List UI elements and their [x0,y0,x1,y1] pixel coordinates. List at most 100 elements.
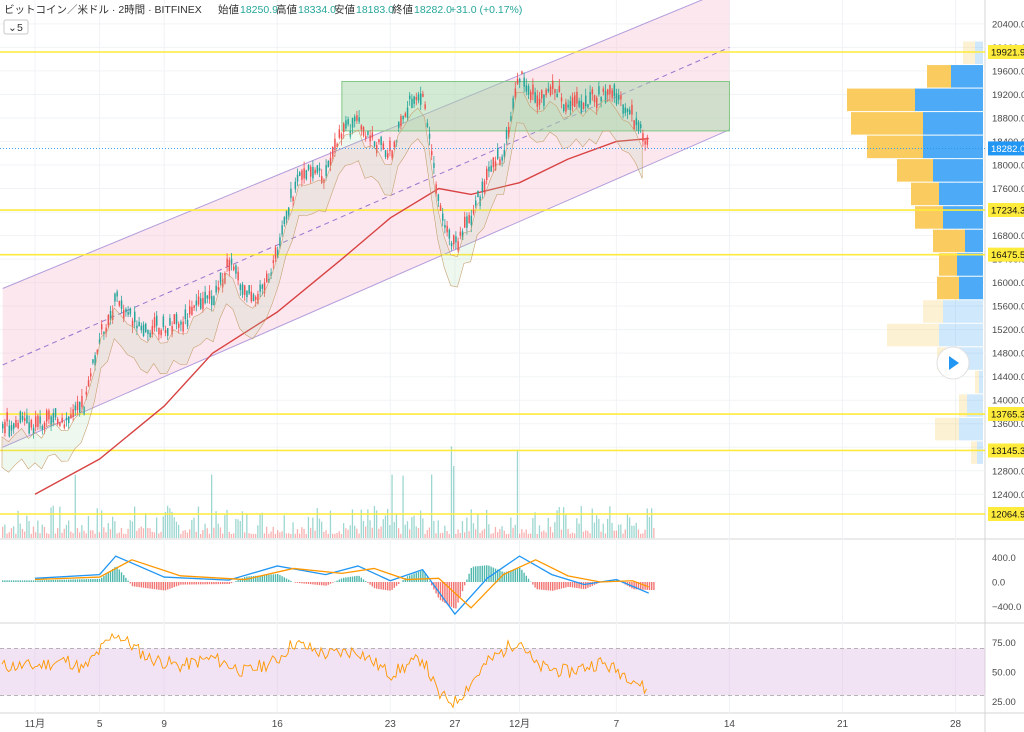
replay-button[interactable] [936,346,970,380]
candle-body [589,91,591,104]
macd-histogram-bar [288,579,290,582]
macd-histogram-bar [490,566,492,582]
volume-profile-buy-bar [911,182,939,206]
macd-histogram-bar [574,582,576,588]
volume-bar [28,521,30,538]
candle-body [354,116,356,122]
volume-bar [640,533,642,538]
macd-histogram-bar [65,579,68,582]
macd-histogram-bar [585,582,587,589]
volume-bar [65,524,68,538]
candle-body [149,332,151,337]
macd-histogram-bar [61,579,63,582]
volume-bar [21,528,24,538]
candle-body [279,237,281,247]
volume-bar [585,530,587,538]
volume-bar [459,532,461,538]
candle-body [204,291,206,304]
chart-root: 20400.020000.019600.019200.018800.018400… [0,0,1024,732]
macd-histogram-bar [470,567,472,582]
macd-histogram-bar [411,574,413,582]
volume-bar [50,507,52,538]
volume-bar [30,533,32,538]
macd-histogram-bar [336,580,338,582]
volume-bar [541,531,543,538]
candle-body [160,330,162,336]
candle-body [420,93,422,105]
price-tick-label: 16000.0 [992,278,1024,289]
candle-body [255,296,257,300]
macd-histogram-bar [213,582,215,585]
volume-bar [107,523,109,538]
candle-body [35,416,37,428]
macd-histogram-bar [565,582,567,588]
volume-bar [604,533,607,538]
indicator-toggle-button[interactable]: ⌄ 5 [3,19,29,35]
candle-body [178,323,180,328]
volume-bar [213,527,215,538]
candle-body [167,328,169,336]
candle-body [582,102,585,109]
candle-body [428,133,431,139]
close-value: 18282.0 [414,4,452,16]
macd-histogram-bar [488,565,490,582]
volume-bar [211,474,213,538]
volume-bar [327,533,329,538]
candle-body [580,100,583,112]
macd-histogram-bar [191,582,193,585]
candle-body [217,287,220,290]
macd-histogram-bar [98,578,101,582]
volume-bar [373,505,376,538]
candle-body [46,410,48,422]
volume-profile-sell-bar [959,276,983,300]
candle-body [248,285,250,294]
volume-bar [602,523,604,538]
candle-body [118,301,121,306]
candle-body [316,165,319,173]
candle-body [2,424,4,429]
macd-histogram-bar [395,582,398,586]
volume-profile-buy-bar [867,135,923,159]
macd-histogram-bar [8,580,10,582]
time-tick-label: 27 [449,719,461,730]
candle-body [8,425,11,437]
macd-histogram-bar [180,582,182,585]
candle-body [19,411,22,423]
price-tick-label: 14400.0 [992,372,1024,383]
macd-histogram-bar [123,575,125,582]
macd-histogram-bar [325,582,327,586]
volume-bar [580,506,582,538]
volume-bar [87,516,90,538]
macd-histogram-bar [556,582,558,590]
candle-body [519,78,521,83]
macd-histogram-bar [81,579,83,582]
macd-histogram-bar [312,582,314,585]
volume-bar [222,533,224,538]
candle-body [189,306,191,315]
candle-body [85,391,88,395]
open-value: 18250.9 [240,4,278,16]
candle-body [433,163,435,168]
macd-histogram-bar [237,580,239,582]
candle-body [307,165,310,170]
candle-body [206,295,209,299]
candle-body [439,205,442,211]
volume-bar [182,530,184,538]
volume-bar [270,531,272,538]
macd-histogram-bar [479,565,481,582]
volume-bar [70,531,72,538]
volume-bar [547,517,549,538]
candle-body [587,104,589,108]
volume-bar [39,533,41,538]
candle-body [175,314,178,325]
macd-histogram-bar [208,582,211,585]
volume-profile-sell-bar [915,88,983,112]
last-price-label: 18282.0 [991,144,1024,155]
volume-bar [615,530,618,538]
volume-bar [314,530,316,538]
candle-body [457,241,459,251]
macd-histogram-bar [472,566,475,582]
volume-bar [43,526,46,538]
candle-body [631,104,633,115]
volume-bar [261,512,263,538]
